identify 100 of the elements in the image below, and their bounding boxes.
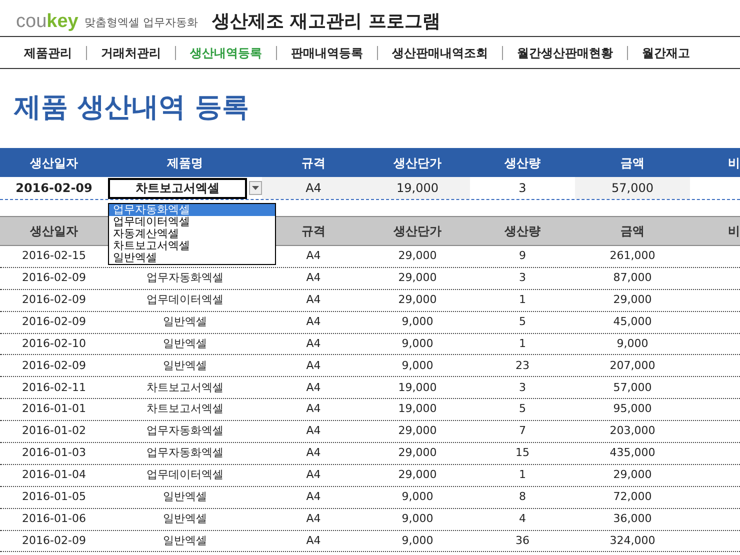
table-cell-text: 15 — [514, 445, 530, 462]
table-cell-text: 9,000 — [400, 336, 434, 352]
table-cell-text: 차트보고서엑셀 — [146, 380, 224, 396]
table-cell-text: 3 — [518, 380, 527, 396]
table-cell-text: 일반엑셀 — [162, 532, 208, 549]
table-cell-text: 29,000 — [397, 467, 438, 484]
table-cell-text: A4 — [305, 510, 322, 527]
table-cell-text: A4 — [305, 467, 322, 484]
product-select[interactable]: 차트보고서엑셀 — [108, 178, 247, 198]
dropdown-option[interactable]: 업무자동화엑셀 — [109, 204, 275, 216]
table-cell-text: A4 — [305, 336, 322, 352]
table-cell-text: A4 — [305, 445, 322, 462]
table-cell-text: A4 — [305, 248, 322, 264]
header-cell-text: 금액 — [620, 223, 646, 240]
table-cell-text: 29,000 — [612, 467, 653, 484]
header-cell-text: 생산일자 — [29, 223, 79, 240]
table-cell-text: 9 — [518, 248, 527, 264]
table-cell-text: 57,000 — [612, 380, 653, 396]
entry-cell[interactable]: A4 — [262, 177, 365, 199]
table-cell-text: 9,000 — [400, 314, 434, 330]
table-cell-text: 3 — [518, 270, 527, 286]
nav-tab[interactable]: 월간생산판매현황 — [517, 44, 613, 62]
table-cell-text: 87,000 — [612, 270, 653, 286]
table-cell-text: A4 — [305, 270, 322, 286]
table-cell-text: 업무자동화엑셀 — [146, 423, 224, 440]
nav-tab[interactable]: 제품관리 — [24, 44, 72, 62]
entry-cell[interactable]: 57,000 — [575, 177, 690, 199]
nav-tab[interactable]: 판매내역등록 — [291, 44, 363, 62]
table-cell-text: 29,000 — [397, 292, 438, 308]
table-cell-text: 29,000 — [397, 248, 438, 264]
table-cell-text: 1 — [518, 336, 527, 352]
header-cell-text: 생산일자 — [29, 154, 79, 172]
header-cell-text: 규격 — [300, 154, 326, 172]
nav-tab[interactable]: 거래처관리 — [101, 44, 161, 62]
header-cell-text: 생산량 — [504, 223, 542, 240]
app-title: 생산제조 재고관리 프로그램 — [212, 13, 440, 31]
header-cell-text: 비 — [727, 154, 740, 172]
table-cell-text: 1 — [518, 292, 527, 308]
table-cell-text: 업무데이터엑셀 — [146, 467, 224, 484]
table-cell-text: 29,000 — [397, 445, 438, 462]
header-cell-text: 생산량 — [504, 154, 542, 172]
header-cell-text: 규격 — [300, 223, 326, 240]
header-cell-text: 제품명 — [166, 154, 204, 172]
table-cell-text: 업무데이터엑셀 — [146, 292, 224, 308]
table-cell-text: 29,000 — [612, 292, 653, 308]
table-cell-text: 2016-01-02 — [21, 423, 87, 440]
header-cell-text: 비 — [727, 223, 740, 240]
table-cell-text: 9,000 — [400, 510, 434, 527]
nav-tab[interactable]: 생산내역등록 — [190, 44, 262, 62]
entry-cell[interactable]: 19,000 — [365, 177, 470, 199]
nav-tab[interactable]: 월간재고 — [642, 44, 690, 62]
table-cell-text: 45,000 — [612, 314, 653, 330]
table-cell-text: 2016-01-06 — [21, 510, 87, 527]
header-cell-text: 생산단가 — [392, 154, 442, 172]
table-cell-text: 203,000 — [608, 423, 656, 440]
table-cell-text: A4 — [305, 401, 322, 418]
table-cell-text: 95,000 — [612, 401, 653, 418]
table-cell-text: A4 — [305, 423, 322, 440]
table-cell-text: 2016-02-10 — [21, 336, 87, 352]
table-cell-text: 72,000 — [612, 488, 653, 505]
dropdown-option[interactable]: 일반엑셀 — [109, 252, 275, 264]
table-cell-text: 업무자동화엑셀 — [146, 445, 224, 462]
table-cell-text: 19,000 — [397, 401, 438, 418]
nav-tab[interactable]: 생산판매내역조회 — [392, 44, 488, 62]
table-cell-text: 9,000 — [616, 336, 650, 352]
table-cell-text: 2016-02-09 — [21, 270, 87, 286]
table-cell-text: A4 — [305, 488, 322, 505]
caret-icon — [252, 186, 259, 190]
table-cell-text: 2016-01-01 — [21, 401, 87, 418]
dropdown-option[interactable]: 차트보고서엑셀 — [109, 240, 275, 252]
table-cell-text: 207,000 — [608, 358, 656, 374]
dropdown-option[interactable]: 업무데이터엑셀 — [109, 216, 275, 228]
table-cell-text: 차트보고서엑셀 — [146, 401, 224, 418]
table-cell-text: 일반엑셀 — [162, 488, 208, 505]
table-cell-text: 업무자동화엑셀 — [146, 270, 224, 286]
table-cell-text: 324,000 — [608, 532, 656, 549]
table-cell-text: 29,000 — [397, 270, 438, 286]
dropdown-option[interactable]: 자동계산엑셀 — [109, 228, 275, 240]
table-cell-text: 2016-01-03 — [21, 445, 87, 462]
table-cell-text: 4 — [518, 510, 527, 527]
table-cell-text: 23 — [514, 358, 530, 374]
table-cell-text: 2016-01-05 — [21, 488, 87, 505]
table-cell-text: A4 — [305, 532, 322, 549]
table-cell-text: 19,000 — [397, 380, 438, 396]
table-cell-text: 2016-02-15 — [21, 248, 87, 264]
table-cell-text: 261,000 — [608, 248, 656, 264]
table-cell-text: A4 — [305, 314, 322, 330]
dropdown-arrow-button[interactable] — [248, 181, 262, 195]
table-cell-text: 1 — [518, 467, 527, 484]
table-cell-text: 29,000 — [397, 423, 438, 440]
table-cell-text: A4 — [305, 358, 322, 374]
header-cell-text: 생산단가 — [392, 223, 442, 240]
table-cell-text: 5 — [518, 314, 527, 330]
table-cell-text: 36,000 — [612, 510, 653, 527]
table-cell-text: 9,000 — [400, 488, 434, 505]
table-cell-text: 7 — [518, 423, 527, 440]
table-cell-text: 일반엑셀 — [162, 358, 208, 374]
table-cell-text: 435,000 — [608, 445, 656, 462]
table-cell-text: 36 — [514, 532, 530, 549]
table-cell-text: 9,000 — [400, 532, 434, 549]
